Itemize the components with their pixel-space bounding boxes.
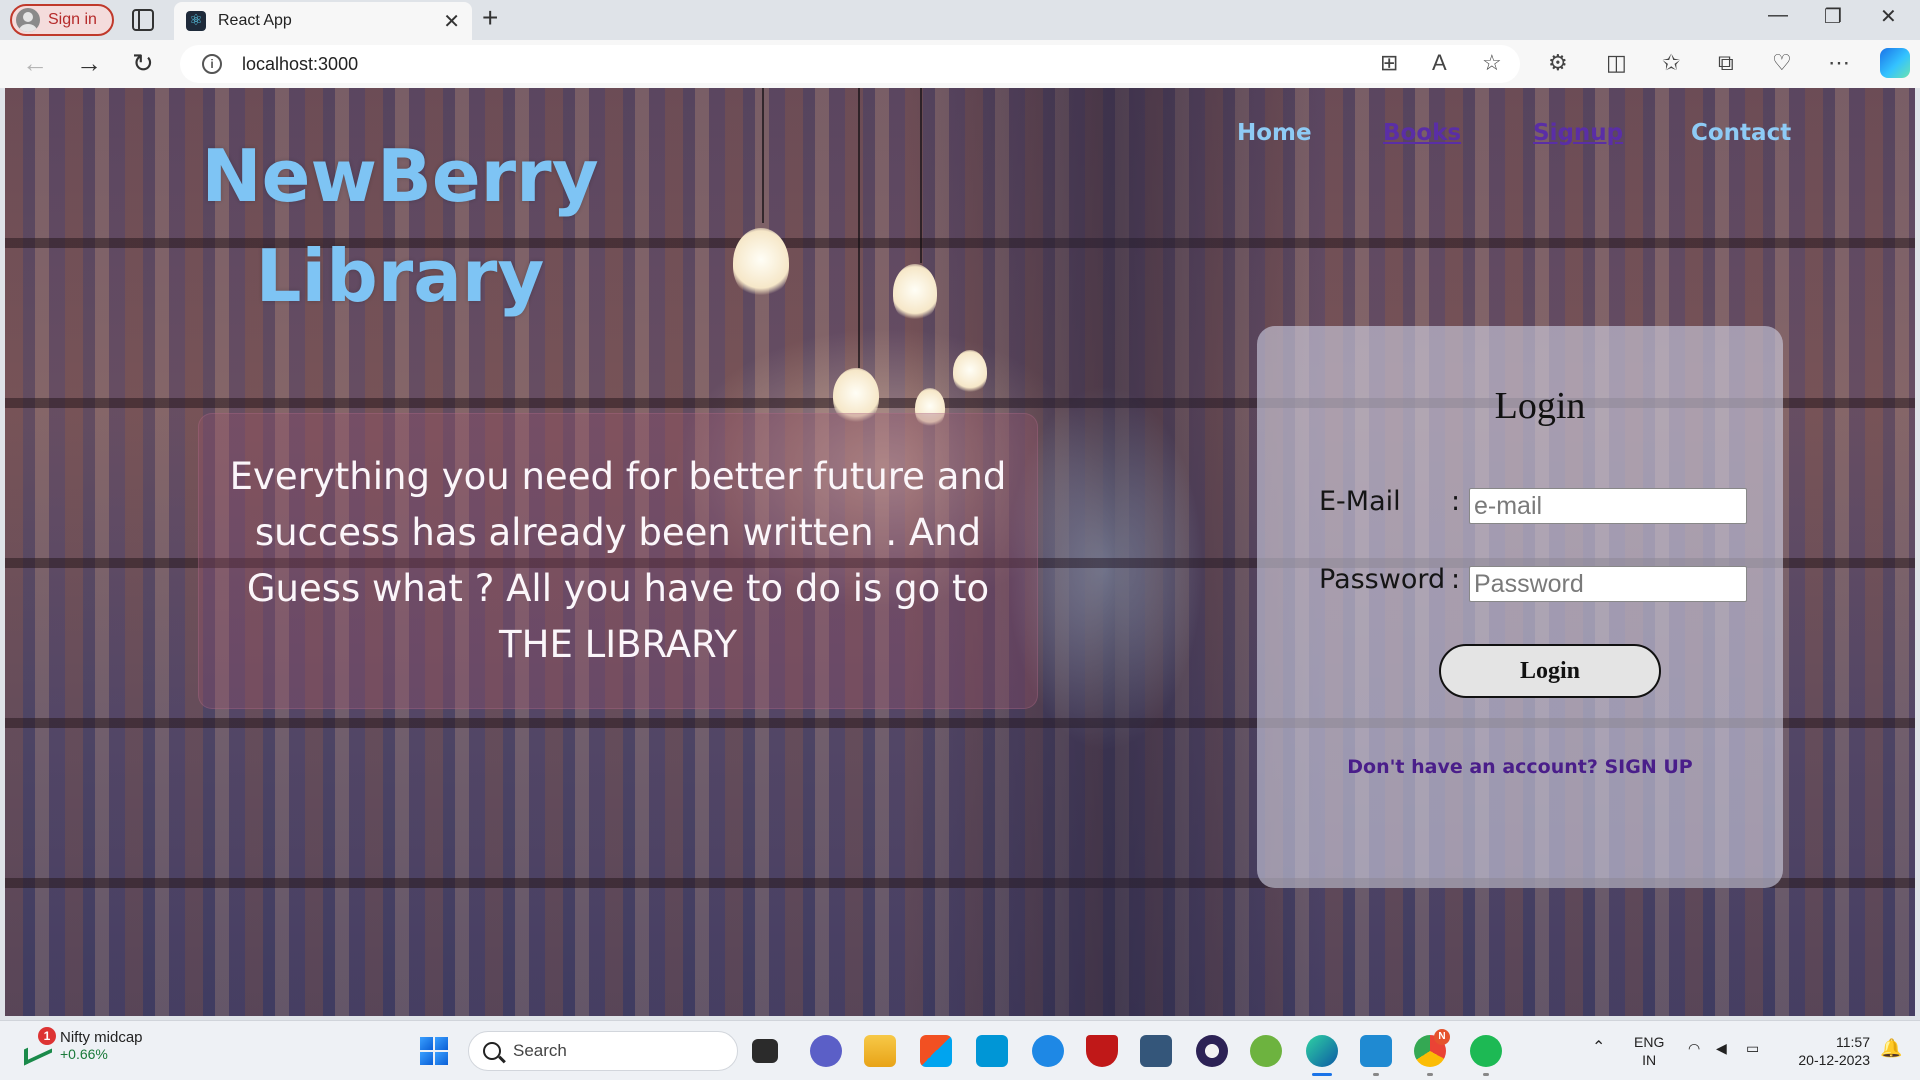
nav-link-books[interactable]: Books	[1383, 120, 1461, 146]
stock-chart-icon: 1	[22, 1026, 56, 1061]
react-favicon-icon: ⚛	[186, 11, 206, 31]
email-field[interactable]	[1469, 488, 1747, 524]
region-code: IN	[1642, 1052, 1657, 1068]
forward-icon[interactable]: →	[76, 48, 102, 79]
spotify-open-indicator	[1483, 1073, 1489, 1076]
spotify-icon[interactable]	[1470, 1035, 1502, 1067]
start-button-icon[interactable]	[420, 1037, 448, 1065]
more-options-icon[interactable]: ⋯	[1828, 50, 1850, 76]
favorite-star-icon[interactable]: ☆	[1482, 50, 1502, 76]
lamp-wire	[762, 88, 764, 223]
minimize-icon[interactable]: —	[1768, 4, 1788, 27]
taskbar-search[interactable]: Search	[468, 1031, 738, 1071]
back-icon[interactable]: ←	[22, 48, 48, 79]
edge-icon[interactable]	[1306, 1035, 1338, 1067]
profile-avatar-icon	[16, 8, 40, 32]
task-view-icon[interactable]	[752, 1039, 778, 1063]
notifications-bell-icon[interactable]: 🔔	[1880, 1039, 1902, 1057]
password-field[interactable]	[1469, 566, 1747, 602]
myhp-icon[interactable]	[976, 1035, 1008, 1067]
notification-badge: 1	[38, 1026, 56, 1045]
refresh-icon[interactable]: ↻	[132, 48, 154, 79]
signup-link[interactable]: Don't have an account? SIGN UP	[1257, 756, 1783, 778]
split-screen-icon[interactable]: ◫	[1606, 50, 1627, 76]
vscode-icon[interactable]	[1360, 1035, 1392, 1067]
email-label: E-Mail	[1319, 486, 1401, 517]
light-bulb	[893, 264, 937, 322]
spring-icon[interactable]	[1250, 1035, 1282, 1067]
light-bulb	[953, 350, 987, 394]
tab-actions-icon[interactable]	[132, 9, 154, 31]
battery-icon[interactable]: ▭	[1746, 1039, 1759, 1057]
restore-icon[interactable]: ❐	[1824, 4, 1842, 29]
os-taskbar: 1 Nifty midcap +0.66% Search N ⌃ ENG IN …	[0, 1020, 1920, 1080]
widget-title: Nifty midcap	[60, 1029, 143, 1046]
browser-tab-bar: Sign in ⚛ React App ✕ + — ❐ ✕	[0, 0, 1920, 40]
password-colon: :	[1451, 564, 1461, 595]
language-indicator[interactable]: ENG IN	[1634, 1033, 1664, 1069]
extensions-icon[interactable]: ⚙	[1548, 50, 1568, 76]
favorites-icon[interactable]: ✩	[1662, 50, 1680, 76]
chrome-icon[interactable]: N	[1414, 1029, 1450, 1067]
login-card: Login E-Mail : Password : Login Don't ha…	[1257, 326, 1783, 888]
clock-date: 20-12-2023	[1798, 1052, 1870, 1068]
new-tab-icon[interactable]: +	[482, 2, 498, 34]
login-heading: Login	[1494, 385, 1586, 427]
eclipse-icon[interactable]	[1196, 1035, 1228, 1067]
lamp-wire	[858, 88, 860, 368]
profile-sign-in-label: Sign in	[48, 11, 97, 28]
show-hidden-icons-chevron-icon[interactable]: ⌃	[1592, 1039, 1605, 1057]
browser-essentials-icon[interactable]: ♡	[1772, 50, 1792, 76]
collections-icon[interactable]: ⧉	[1718, 50, 1734, 76]
chrome-open-indicator	[1427, 1073, 1433, 1076]
url-text[interactable]: localhost:3000	[242, 54, 358, 75]
close-tab-icon[interactable]: ✕	[443, 9, 460, 34]
lamp-wire	[920, 88, 922, 263]
nav-link-home[interactable]: Home	[1237, 120, 1312, 146]
folder-icon[interactable]	[864, 1035, 896, 1067]
address-bar[interactable]: i localhost:3000	[180, 45, 1520, 83]
email-colon: :	[1451, 486, 1461, 517]
nav-link-contact[interactable]: Contact	[1691, 120, 1791, 146]
widget-value: +0.66%	[60, 1046, 108, 1062]
browser-toolbar: ← → ↻ i localhost:3000 ⊞ A ☆ ⚙ ◫ ✩ ⧉ ♡ ⋯	[0, 40, 1920, 88]
site-brand-title[interactable]: NewBerry Library	[175, 126, 625, 326]
nav-link-signup[interactable]: Signup	[1533, 120, 1623, 146]
read-aloud-icon[interactable]: A	[1432, 50, 1447, 76]
copilot-icon[interactable]	[1880, 48, 1910, 78]
stock-widget[interactable]: 1 Nifty midcap +0.66%	[22, 1026, 143, 1062]
close-window-icon[interactable]: ✕	[1880, 4, 1897, 29]
language-code: ENG	[1634, 1034, 1665, 1050]
light-bulb	[733, 228, 789, 298]
store-icon[interactable]	[920, 1035, 952, 1067]
site-info-icon[interactable]: i	[202, 54, 222, 74]
search-icon	[483, 1042, 501, 1060]
vscode-open-indicator	[1373, 1073, 1379, 1076]
mail-icon[interactable]	[1032, 1035, 1064, 1067]
wifi-icon[interactable]: ◠	[1688, 1039, 1700, 1057]
quote-text: Everything you need for better future an…	[229, 455, 1007, 666]
clock-time: 11:57	[1836, 1034, 1870, 1050]
mcafee-icon[interactable]	[1086, 1035, 1118, 1067]
browser-tab[interactable]: ⚛ React App ✕	[174, 2, 472, 40]
search-label: Search	[513, 1041, 567, 1060]
chrome-badge: N	[1434, 1029, 1450, 1045]
quote-panel: Everything you need for better future an…	[198, 413, 1038, 709]
clock[interactable]: 11:57 20-12-2023	[1786, 1033, 1870, 1069]
password-label: Password	[1319, 564, 1446, 595]
network-icon[interactable]	[1140, 1035, 1172, 1067]
edge-active-indicator	[1312, 1073, 1332, 1076]
tab-title: React App	[218, 12, 292, 29]
profile-sign-in-button[interactable]: Sign in	[10, 4, 114, 36]
login-button[interactable]: Login	[1439, 644, 1661, 698]
teams-icon[interactable]	[810, 1035, 842, 1067]
web-page: NewBerry Library Home Books Signup Conta…	[5, 88, 1915, 1016]
app-available-icon[interactable]: ⊞	[1380, 50, 1398, 76]
volume-icon[interactable]: ◀	[1716, 1039, 1727, 1057]
